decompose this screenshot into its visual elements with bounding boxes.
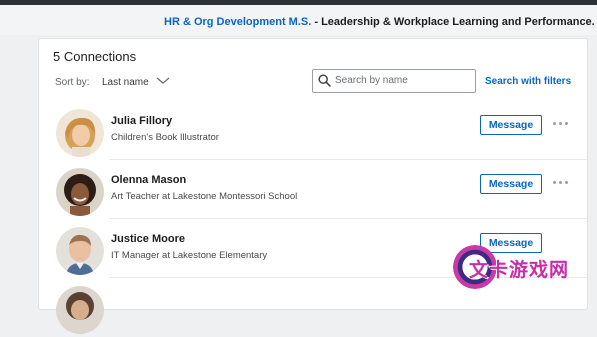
- search-box[interactable]: [312, 69, 476, 93]
- search-input[interactable]: [335, 72, 470, 89]
- connection-row: Olenna Mason Art Teacher at Lakestone Mo…: [39, 161, 587, 219]
- watermark-logo: 文卡游戏网: [453, 245, 593, 289]
- person-headline: Art Teacher at Lakestone Montessori Scho…: [111, 191, 298, 202]
- banner-description: Leadership & Workplace Learning and Perf…: [321, 16, 597, 28]
- person-headline: IT Manager at Lakestone Elementary: [111, 250, 268, 261]
- more-options-icon[interactable]: [553, 122, 569, 126]
- more-options-icon[interactable]: [553, 181, 569, 185]
- sort-dropdown[interactable]: Last name: [102, 77, 149, 88]
- connections-count: 5 Connections: [53, 49, 137, 64]
- profile-banner: HR & Org Development M.S. - Leadership &…: [0, 5, 597, 35]
- avatar[interactable]: [56, 168, 104, 216]
- avatar[interactable]: [56, 286, 104, 334]
- sort-label: Sort by:: [55, 77, 90, 88]
- person-name[interactable]: Justice Moore: [111, 233, 185, 245]
- banner-degree-link[interactable]: HR & Org Development M.S.: [164, 16, 311, 28]
- banner-separator: -: [311, 16, 322, 28]
- person-name[interactable]: Olenna Mason: [111, 174, 186, 186]
- avatar[interactable]: [56, 109, 104, 157]
- search-with-filters-link[interactable]: Search with filters: [485, 76, 571, 87]
- row-divider: [109, 159, 587, 160]
- connection-row: Julia Fillory Children's Book Illustrato…: [39, 102, 587, 160]
- search-icon: [318, 74, 331, 87]
- banner-text: HR & Org Development M.S. - Leadership &…: [164, 16, 597, 28]
- watermark-text: 文卡游戏网: [469, 259, 570, 281]
- person-name[interactable]: Julia Fillory: [111, 115, 172, 127]
- chevron-down-icon[interactable]: [156, 75, 170, 85]
- row-divider: [109, 218, 587, 219]
- message-button[interactable]: Message: [480, 115, 542, 135]
- person-headline: Children's Book Illustrator: [111, 132, 219, 143]
- message-button[interactable]: Message: [480, 174, 542, 194]
- avatar[interactable]: [56, 227, 104, 275]
